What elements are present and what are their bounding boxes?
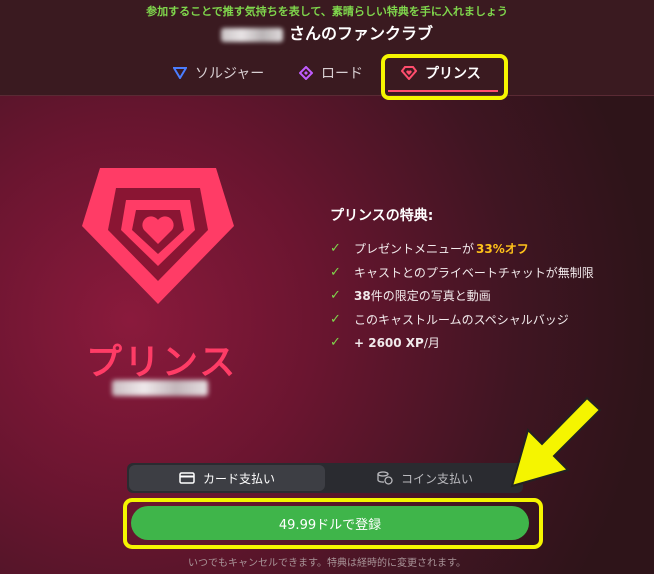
benefit-item: ✓ キャストとのプライベートチャットが無制限 xyxy=(330,264,594,280)
tagline: 参加することで推す気持ちを表して、素晴らしい特典を手に入れましょう xyxy=(146,5,508,18)
annotation-highlight-tab xyxy=(381,54,508,100)
payment-method-toggle: カード支払い コイン支払い xyxy=(127,463,523,493)
club-title: さんのファンクラブ xyxy=(0,20,654,44)
benefits-list: プリンスの特典: ✓ プレゼントメニューが 33%オフ ✓ キャストとのプライベー… xyxy=(330,205,594,355)
tab-soldier-label: ソルジャー xyxy=(195,66,265,82)
triangle-icon xyxy=(173,67,187,79)
coin-stack-icon xyxy=(377,471,393,485)
benefit-item: ✓ + 2600 XP /月 xyxy=(330,335,440,351)
plan-name: プリンス xyxy=(86,342,238,383)
plan-tabs: ソルジャー ロード プリンス xyxy=(0,58,654,92)
check-icon: ✓ xyxy=(330,335,341,351)
diamond-icon xyxy=(299,66,313,80)
benefit-item: ✓ 38 件の限定の写真と動画 xyxy=(330,288,491,304)
blurred-cast-name xyxy=(220,27,283,42)
check-icon: ✓ xyxy=(330,241,341,257)
blurred-cast-subtitle xyxy=(112,380,208,396)
header: 参加することで推す気持ちを表して、素晴らしい特典を手に入れましょう さんのファン… xyxy=(0,0,654,96)
benefit-item: ✓ プレゼントメニューが 33%オフ xyxy=(330,241,529,257)
card-payment-option[interactable]: カード支払い xyxy=(129,465,325,491)
coin-payment-option[interactable]: コイン支払い xyxy=(327,463,523,493)
prince-emblem-icon xyxy=(78,158,238,312)
check-icon: ✓ xyxy=(330,288,341,304)
tab-lord[interactable]: ロード xyxy=(299,58,363,88)
tab-soldier[interactable]: ソルジャー xyxy=(173,58,264,88)
benefits-title: プリンスの特典: xyxy=(330,208,434,224)
club-title-text: さんのファンクラブ xyxy=(288,24,433,43)
fanclub-page: 参加することで推す気持ちを表して、素晴らしい特典を手に入れましょう さんのファン… xyxy=(0,0,654,574)
cancel-note: いつでもキャンセルできます。特典は経時的に変更されます。 xyxy=(188,558,466,569)
credit-card-icon xyxy=(179,472,195,484)
check-icon: ✓ xyxy=(330,264,341,280)
tab-lord-label: ロード xyxy=(321,66,363,82)
benefit-item: ✓ このキャストルームのスペシャルバッジ xyxy=(330,311,569,327)
annotation-arrow-icon xyxy=(502,396,602,500)
check-icon: ✓ xyxy=(330,311,341,327)
register-button[interactable]: 49.99ドルで登録 xyxy=(131,506,529,540)
